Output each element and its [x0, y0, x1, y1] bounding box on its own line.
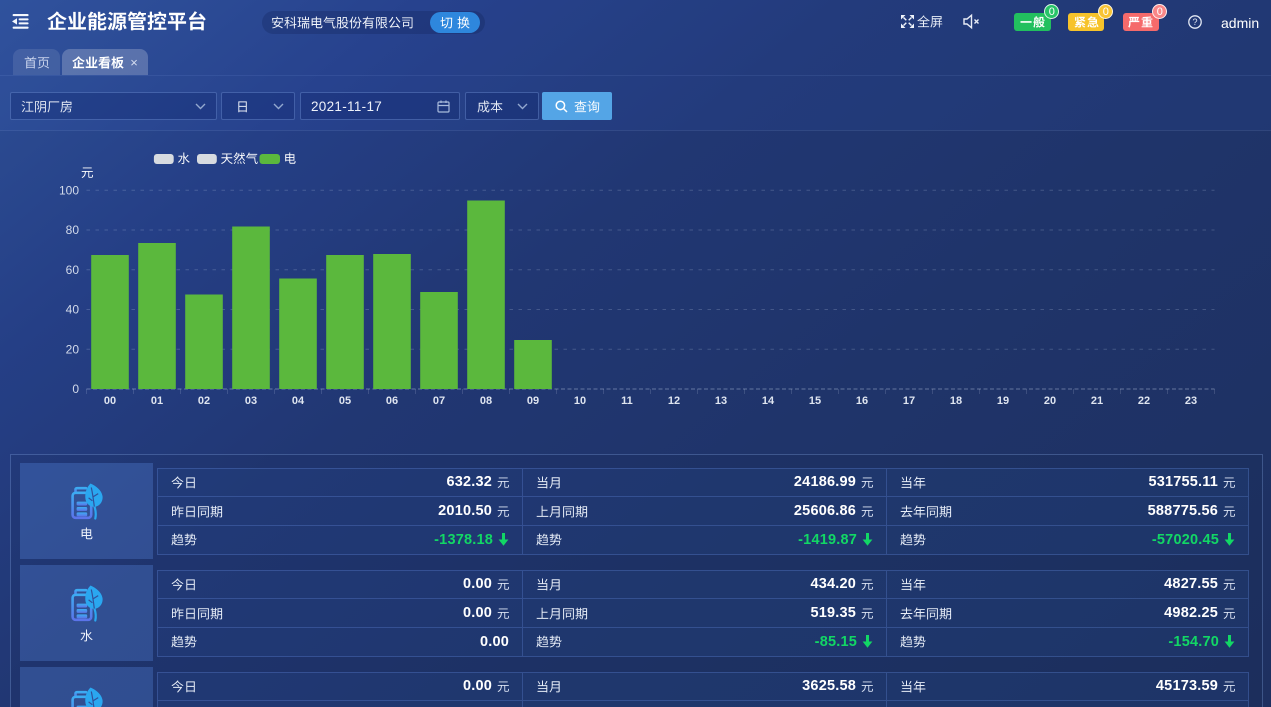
- svg-text:0: 0: [72, 382, 79, 396]
- svg-text:23: 23: [1185, 395, 1197, 407]
- svg-text:?: ?: [1192, 17, 1197, 27]
- svg-text:100: 100: [59, 184, 79, 198]
- svg-text:20: 20: [66, 343, 80, 357]
- svg-text:01: 01: [151, 395, 163, 407]
- svg-text:21: 21: [1091, 395, 1103, 407]
- svg-text:60: 60: [66, 263, 80, 277]
- svg-text:18: 18: [950, 395, 962, 407]
- svg-text:06: 06: [386, 395, 398, 407]
- svg-text:16: 16: [856, 395, 868, 407]
- svg-text:09: 09: [527, 395, 539, 407]
- svg-text:04: 04: [292, 395, 305, 407]
- svg-text:80: 80: [66, 223, 80, 237]
- svg-text:14: 14: [762, 395, 775, 407]
- svg-text:07: 07: [433, 395, 445, 407]
- svg-text:11: 11: [621, 395, 633, 407]
- svg-text:03: 03: [245, 395, 257, 407]
- svg-text:22: 22: [1138, 395, 1150, 407]
- svg-text:17: 17: [903, 395, 915, 407]
- svg-text:19: 19: [997, 395, 1009, 407]
- svg-text:10: 10: [574, 395, 586, 407]
- svg-text:12: 12: [668, 395, 680, 407]
- svg-text:02: 02: [198, 395, 210, 407]
- svg-text:15: 15: [809, 395, 821, 407]
- svg-text:08: 08: [480, 395, 492, 407]
- svg-text:20: 20: [1044, 395, 1056, 407]
- svg-text:13: 13: [715, 395, 727, 407]
- svg-text:00: 00: [104, 395, 116, 407]
- svg-text:40: 40: [66, 303, 80, 317]
- svg-text:05: 05: [339, 395, 351, 407]
